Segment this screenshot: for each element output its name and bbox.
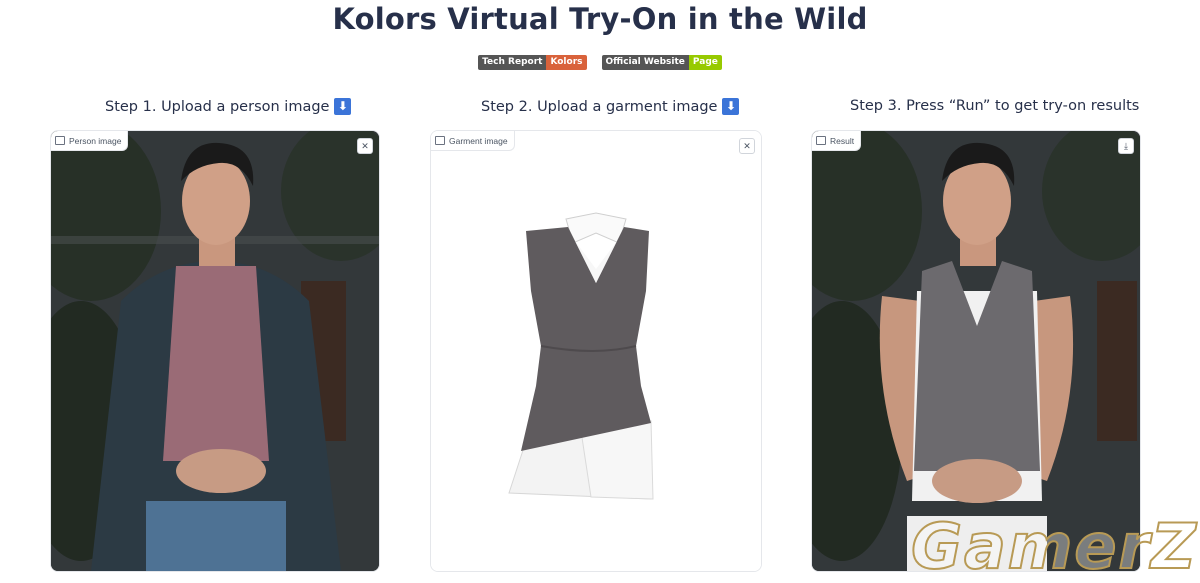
label-text: Result [830,135,855,146]
step-1-heading: Step 1. Upload a person image ⬇ [105,98,352,115]
label-text: Person image [69,135,122,146]
badge-label: Official Website [601,55,689,70]
download-button[interactable]: ⤓ [1118,138,1134,154]
clear-button[interactable]: ✕ [739,138,755,154]
step-2-text: Step 2. Upload a garment image [481,98,718,115]
down-arrow-icon: ⬇ [722,98,740,115]
person-illustration [51,131,379,571]
person-image-label: Person image [51,131,129,151]
result-panel[interactable]: Result ⤓ [811,130,1141,572]
tech-report-badge[interactable]: Tech Report Kolors [478,55,587,70]
garment-image-panel[interactable]: Garment image ✕ [430,130,762,572]
watermark-logo: GamerZ [910,509,1198,583]
step-3-heading: Step 3. Press “Run” to get try-on result… [850,98,1139,114]
result-image [812,131,1140,571]
person-image-panel[interactable]: Person image ✕ [50,130,380,572]
dress-illustration [508,212,654,500]
step-2-heading: Step 2. Upload a garment image ⬇ [481,98,740,115]
badge-label: Tech Report [478,55,547,70]
page-title: Kolors Virtual Try-On in the Wild [332,2,868,36]
step-1-text: Step 1. Upload a person image [105,98,330,115]
result-label: Result [812,131,862,151]
official-website-badge[interactable]: Official Website Page [601,55,722,70]
image-icon [435,136,445,145]
clear-button[interactable]: ✕ [357,138,373,154]
garment-image [431,131,761,571]
badge-value: Kolors [546,55,587,70]
result-illustration [812,131,1140,571]
image-icon [816,136,826,145]
person-image [51,131,379,571]
step-3-text: Step 3. Press “Run” to get try-on result… [850,98,1140,114]
label-text: Garment image [449,135,508,146]
badge-value: Page [688,55,722,70]
garment-image-label: Garment image [431,131,515,151]
image-icon [55,136,65,145]
down-arrow-icon: ⬇ [334,98,352,115]
badges: Tech Report Kolors Official Website Page [0,55,1200,70]
